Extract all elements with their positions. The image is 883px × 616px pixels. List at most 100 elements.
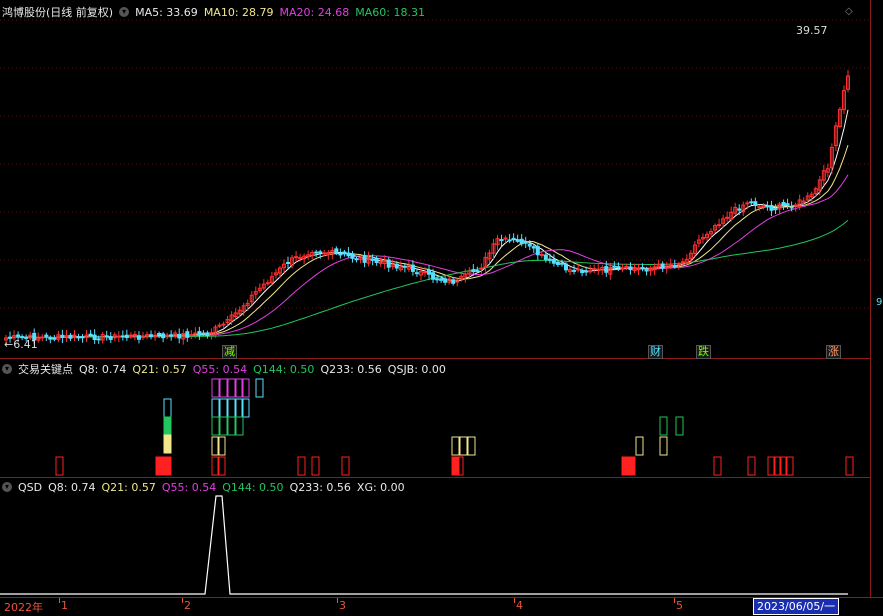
candle-down <box>205 332 210 337</box>
axis-tick <box>514 598 515 603</box>
candle-down <box>523 241 528 244</box>
signal-bar <box>227 378 236 398</box>
candle-down <box>443 278 448 283</box>
q144-label: Q144: 0.50 <box>222 480 284 494</box>
candle-down <box>350 253 355 259</box>
candle-down <box>120 335 125 338</box>
key-point-panel[interactable]: ▾ 交易关键点 Q8: 0.74 Q21: 0.57 Q55: 0.54 Q14… <box>0 359 870 478</box>
candle-down <box>92 334 97 341</box>
candle-up <box>725 216 730 219</box>
candle-down <box>499 239 504 242</box>
ma10-label: MA10: 28.79 <box>203 5 274 19</box>
right-edge-marker: 9 <box>876 297 883 308</box>
candle-down <box>781 202 786 206</box>
date-axis: 2022年 1 2 3 4 5 2023/06/05/一 <box>0 597 883 616</box>
kline-chart[interactable] <box>0 0 870 358</box>
qsd-title[interactable]: QSD <box>18 481 42 494</box>
signal-bar <box>227 416 236 436</box>
candle-down <box>535 246 540 256</box>
q55-label: Q55: 0.54 <box>161 480 217 494</box>
dropdown-icon[interactable]: ▾ <box>2 364 12 374</box>
candle-up <box>717 224 722 227</box>
candle-down <box>507 239 512 242</box>
signal-bar-red <box>713 456 722 476</box>
q8-label: Q8: 0.74 <box>79 362 127 376</box>
candle-down <box>386 259 391 268</box>
qsd-chart[interactable] <box>0 478 870 596</box>
candle-down <box>555 261 560 265</box>
candle-down <box>402 265 407 268</box>
candle-down <box>644 269 649 272</box>
candle-down <box>88 333 93 336</box>
signal-bar <box>659 416 668 436</box>
candle-down <box>543 254 548 260</box>
stock-title[interactable]: 鸿博股份(日线 前复权) <box>2 4 113 20</box>
candle-down <box>547 258 552 261</box>
candle-down <box>527 243 532 247</box>
indicator-title[interactable]: 交易关键点 <box>18 361 73 377</box>
signal-bar <box>659 436 668 456</box>
candle-up <box>745 202 750 205</box>
candle-up <box>265 282 270 285</box>
candle-down <box>616 266 621 269</box>
qsd-line <box>0 495 848 595</box>
signal-bar <box>255 378 264 398</box>
candle-up <box>132 333 137 336</box>
candle-down <box>177 333 182 339</box>
axis-label-month: 3 <box>339 599 346 612</box>
candle-down <box>370 258 375 261</box>
axis-label-month: 5 <box>676 599 683 612</box>
kline-panel[interactable]: 鸿博股份(日线 前复权) ▾ MA5: 33.69 MA10: 28.79 MA… <box>0 0 882 359</box>
badge-reduce[interactable]: 减 <box>222 345 237 359</box>
high-price-label: 39.57 <box>796 24 828 37</box>
candle-down <box>451 279 456 284</box>
candle-down <box>572 269 577 272</box>
cursor-date[interactable]: 2023/06/05/一 <box>753 598 840 615</box>
signal-bar <box>219 378 228 398</box>
candle-up <box>422 271 427 274</box>
candle-down <box>410 264 415 272</box>
ma5-line <box>5 109 849 339</box>
right-axis-divider <box>870 0 871 597</box>
candle-down <box>431 272 436 280</box>
candle-down <box>104 335 109 338</box>
dropdown-icon[interactable]: ▾ <box>2 482 12 492</box>
signal-bar <box>227 398 236 418</box>
low-price-value: 6.41 <box>13 338 38 351</box>
candle-up <box>576 268 581 271</box>
candle-down <box>769 204 774 211</box>
xg-label: XG: 0.00 <box>356 480 405 494</box>
candle-down <box>157 333 162 336</box>
badge-rise[interactable]: 涨 <box>826 345 841 359</box>
candle-down <box>640 267 645 270</box>
candle-down <box>580 269 585 274</box>
candle-down <box>559 262 564 265</box>
candle-down <box>551 258 556 264</box>
candle-down <box>185 331 190 338</box>
ma20-line <box>5 174 849 339</box>
candle-down <box>753 201 758 207</box>
dropdown-icon[interactable]: ▾ <box>119 7 130 17</box>
candle-up <box>217 324 222 327</box>
candle-down <box>108 336 113 340</box>
candle-down <box>286 262 291 265</box>
candle-down <box>16 334 21 337</box>
diamond-icon[interactable]: ◇ <box>845 6 853 17</box>
qsjb-label: QSJB: 0.00 <box>387 362 446 376</box>
badge-drop[interactable]: 跌 <box>696 345 711 359</box>
badge-finance[interactable]: 财 <box>648 345 663 359</box>
candle-down <box>342 251 347 255</box>
candle-down <box>354 258 359 261</box>
candle-down <box>511 237 516 241</box>
key-point-chart[interactable] <box>0 359 870 477</box>
signal-bar <box>163 434 172 454</box>
axis-tick <box>59 598 60 603</box>
signal-bar <box>211 398 220 418</box>
candle-up <box>793 204 798 207</box>
candle-down <box>334 248 339 254</box>
candle-up <box>221 323 226 326</box>
qsd-panel[interactable]: ▾ QSD Q8: 0.74 Q21: 0.57 Q55: 0.54 Q144:… <box>0 478 870 596</box>
candle-down <box>515 239 520 242</box>
axis-label-month: 4 <box>516 599 523 612</box>
candle-down <box>785 203 790 206</box>
